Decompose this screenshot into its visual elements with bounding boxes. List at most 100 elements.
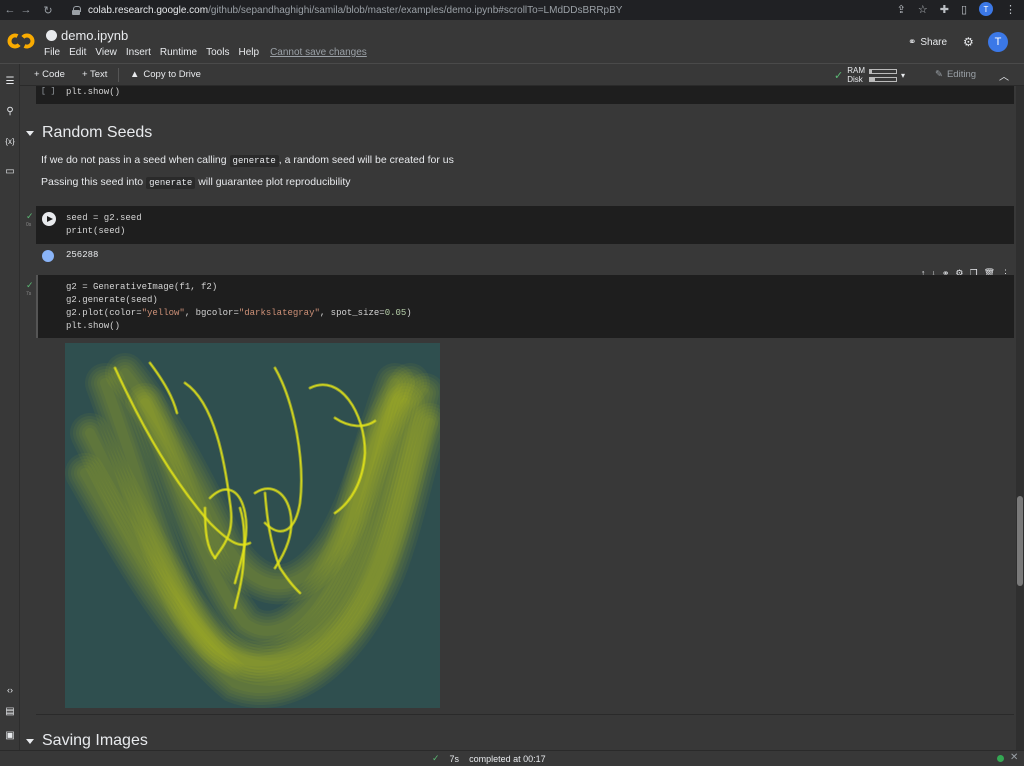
browser-profile-avatar[interactable]: T (979, 2, 993, 16)
md-text: If we do not pass in a seed when calling (41, 154, 230, 166)
md-text: , a random seed will be created for us (278, 154, 454, 166)
connected-check-icon: ✓ (834, 69, 844, 82)
share-label: Share (920, 37, 948, 48)
run-cell-button[interactable] (42, 212, 56, 226)
cell-bracket: [ ] (41, 87, 56, 96)
colab-logo-icon[interactable] (7, 33, 35, 49)
collapse-caret-icon[interactable] (26, 130, 34, 136)
variables-icon[interactable]: {x} (4, 136, 16, 148)
pencil-icon: ✎ (935, 69, 943, 80)
md-text: Passing this seed into (41, 176, 147, 188)
drive-icon: ▲ (130, 69, 140, 80)
generate-code-cell[interactable]: g2 = GenerativeImage(f1, f2) g2.generate… (36, 275, 1014, 338)
executed-check-icon: ✓ (26, 280, 34, 290)
code-string: "darkslategray" (238, 308, 320, 318)
code-token: , spot_size= (319, 308, 385, 318)
link-icon: ⚭ (908, 37, 917, 48)
resources-indicator[interactable]: ✓ RAM Disk ▾ (834, 66, 905, 84)
output-avatar-icon (42, 250, 54, 262)
files-folder-icon[interactable]: ▭ (4, 166, 16, 178)
previous-code-cell[interactable]: [ ] plt.show() (36, 86, 1014, 104)
ram-bar (869, 68, 897, 74)
cell-output-area (36, 338, 1014, 715)
vertical-scrollbar[interactable] (1016, 86, 1024, 750)
section-heading-random-seeds[interactable]: Random Seeds (26, 124, 152, 142)
close-status-icon[interactable]: ✕ (1010, 752, 1018, 763)
status-completed[interactable]: completed at 00:17 (469, 754, 546, 764)
reload-icon[interactable]: ↻ (42, 4, 54, 17)
executed-check-icon: ✓ (26, 211, 34, 221)
terminal-icon[interactable]: ▣ (4, 730, 16, 742)
url-path: /github/sepandhaghighi/samila/blob/maste… (208, 4, 623, 16)
collapse-header-icon[interactable]: ︿ (999, 68, 1009, 83)
code-string: "yellow" (141, 308, 185, 318)
execution-time: 7s (26, 291, 32, 297)
share-page-icon[interactable]: ⇪ (897, 3, 906, 16)
code-line: g2 = GenerativeImage(f1, f2) (66, 282, 218, 292)
resources-dropdown-icon[interactable]: ▾ (901, 71, 905, 80)
toolbar-divider (118, 68, 119, 82)
forward-icon[interactable]: → (20, 4, 32, 16)
extensions-icon[interactable]: ✚ (940, 3, 949, 16)
connection-status-dot (997, 755, 1004, 762)
table-of-contents-icon[interactable]: ☰ (4, 76, 16, 88)
lock-icon (72, 5, 81, 15)
inline-code: generate (146, 177, 196, 189)
status-check-icon: ✓ (432, 753, 440, 763)
code-line: plt.show() (66, 87, 121, 97)
settings-gear-icon[interactable]: ⚙ (963, 36, 975, 48)
markdown-line-1: If we do not pass in a seed when calling… (41, 154, 454, 167)
menu-insert[interactable]: Insert (126, 47, 151, 58)
execution-time: 0s (26, 222, 32, 228)
bookmark-star-icon[interactable]: ☆ (918, 3, 928, 16)
menu-view[interactable]: View (95, 47, 117, 58)
menu-file[interactable]: File (44, 47, 60, 58)
command-palette-icon[interactable]: ▤ (4, 706, 16, 718)
status-bar: ✓ 7s completed at 00:17 ✕ (0, 750, 1024, 766)
github-icon (46, 30, 57, 41)
user-avatar[interactable]: T (988, 32, 1008, 52)
collapse-caret-icon[interactable] (26, 738, 34, 744)
code-line: seed = g2.seed (66, 213, 142, 223)
cell-output: 256288 (66, 250, 99, 260)
menu-runtime[interactable]: Runtime (160, 47, 197, 58)
disk-bar-fill (870, 77, 876, 81)
browser-menu-icon[interactable]: ⋮ (1005, 3, 1016, 16)
seed-code-cell[interactable]: seed = g2.seed print(seed) (36, 206, 1014, 244)
code-line: plt.show() (66, 321, 121, 331)
section-heading-saving-images[interactable]: Saving Images (26, 732, 148, 750)
cannot-save-link[interactable]: Cannot save changes (270, 47, 367, 58)
editing-label: Editing (946, 69, 977, 80)
scrollbar-thumb[interactable] (1017, 496, 1023, 586)
address-bar[interactable]: colab.research.google.com/github/sepandh… (66, 2, 886, 18)
colab-header: demo.ipynb File Edit View Insert Runtime… (0, 20, 1024, 64)
menu-help[interactable]: Help (238, 47, 259, 58)
inline-code: generate (229, 155, 279, 167)
code-snippets-icon[interactable]: ‹› (4, 684, 16, 696)
code-token: g2.plot(color= (66, 308, 142, 318)
menu-tools[interactable]: Tools (206, 47, 229, 58)
code-number: 0.05 (384, 308, 407, 318)
disk-label: Disk (847, 75, 863, 84)
search-icon[interactable]: ⚲ (4, 106, 16, 118)
editing-mode-button[interactable]: ✎ Editing (935, 69, 976, 80)
notebook-toolbar: + Code + Text ▲ Copy to Drive ✓ RAM Disk… (0, 64, 1024, 86)
generative-art-image (65, 343, 440, 708)
menu-edit[interactable]: Edit (69, 47, 86, 58)
code-token: ) (406, 308, 412, 318)
code-token: , bgcolor= (184, 308, 239, 318)
section-title-text: Random Seeds (42, 124, 153, 141)
notebook-title[interactable]: demo.ipynb (46, 28, 128, 43)
left-sidebar: ☰ ⚲ {x} ▭ ‹› ▤ ▣ (0, 64, 20, 750)
add-code-button[interactable]: + Code (34, 69, 65, 80)
sidebar-toggle-icon[interactable]: ▯ (961, 3, 967, 16)
add-text-button[interactable]: + Text (82, 69, 107, 80)
code-line: g2.generate(seed) (66, 295, 158, 305)
md-text: will guarantee plot reproducibility (195, 176, 351, 188)
share-button[interactable]: ⚭ Share (908, 37, 947, 48)
section-title-text: Saving Images (42, 732, 148, 749)
back-icon[interactable]: ← (4, 4, 16, 16)
ram-label: RAM (847, 66, 865, 75)
copy-to-drive-button[interactable]: ▲ Copy to Drive (130, 69, 201, 80)
notebook-content: [ ] plt.show() Random Seeds If we do not… (20, 86, 1016, 750)
